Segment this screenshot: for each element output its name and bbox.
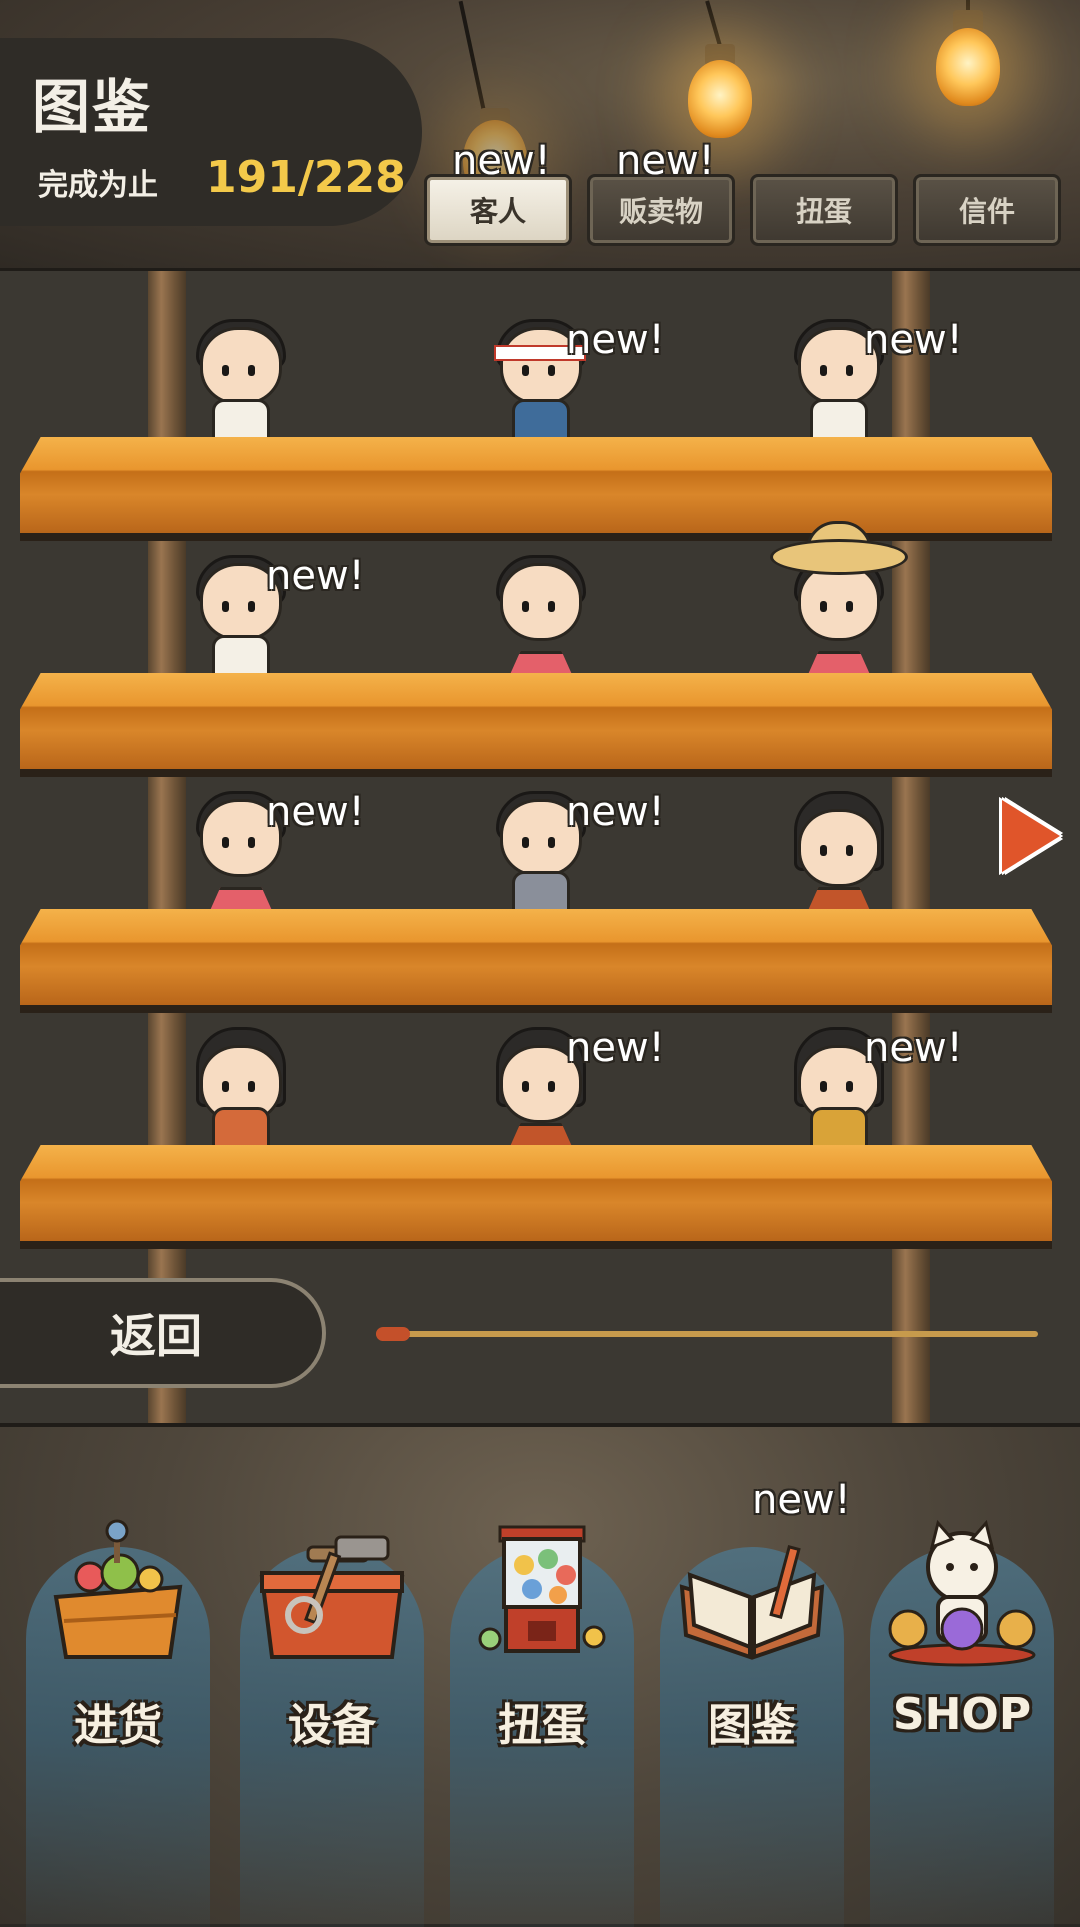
shelf-edge <box>20 1241 1052 1249</box>
new-badge: new! <box>566 1025 665 1071</box>
tab-label: 信件 <box>958 195 1015 228</box>
tab-gacha[interactable]: 扭蛋 <box>750 174 898 246</box>
nav-gacha[interactable]: 扭蛋 <box>442 1477 642 1927</box>
lamp-cord <box>705 0 723 50</box>
new-badge: new! <box>266 553 365 599</box>
eye <box>820 601 827 612</box>
eye <box>846 601 853 612</box>
shelf-board <box>20 437 1052 533</box>
nav-label: 进货 <box>74 1700 162 1751</box>
new-badge: new! <box>566 317 665 363</box>
stock-basket-icon <box>53 1519 183 1659</box>
eye <box>548 1081 555 1092</box>
shelf-edge <box>20 769 1052 777</box>
eye <box>846 845 853 856</box>
completion-label: 完成为止 <box>38 168 158 203</box>
nav-label: 扭蛋 <box>498 1700 586 1751</box>
eye <box>522 365 529 376</box>
shelf-edge <box>20 1005 1052 1013</box>
new-badge: new! <box>616 138 715 184</box>
gacha-machine-icon <box>478 1525 606 1653</box>
page-scrollbar-thumb[interactable] <box>376 1327 410 1341</box>
tab-label: 客人 <box>469 195 526 228</box>
header: 图鉴 完成为止 191/228 客人 new! 贩卖物 new! 扭蛋 信件 <box>0 0 1080 268</box>
eye <box>548 601 555 612</box>
new-badge: new! <box>752 1477 851 1523</box>
tab-merchandise[interactable]: 贩卖物 <box>587 174 735 246</box>
new-badge: new! <box>566 789 665 835</box>
open-book-icon <box>679 1545 825 1660</box>
nav-equipment[interactable]: 设备 <box>232 1477 432 1927</box>
eye <box>248 1081 255 1092</box>
light-bulb-icon <box>936 28 1000 106</box>
shelf-edge <box>20 533 1052 541</box>
eye <box>248 837 255 848</box>
new-badge: new! <box>266 789 365 835</box>
tab-label: 贩卖物 <box>618 195 703 228</box>
eye <box>548 837 555 848</box>
tab-customers[interactable]: 客人 <box>424 174 572 246</box>
eye <box>548 365 555 376</box>
next-page-arrow-icon[interactable] <box>1002 800 1060 872</box>
page-scrollbar[interactable] <box>376 1331 1038 1337</box>
collection-shelves: new! new! new! new! new! new! new! <box>0 268 1080 1426</box>
nav-shop[interactable]: SHOP <box>862 1477 1062 1927</box>
title-panel: 图鉴 完成为止 191/228 <box>0 38 422 226</box>
head <box>500 563 582 641</box>
eye <box>248 601 255 612</box>
nav-label: 图鉴 <box>708 1700 796 1751</box>
nav-stock[interactable]: 进货 <box>18 1477 218 1927</box>
eye <box>248 365 255 376</box>
straw-hat-brim <box>770 539 908 575</box>
shelf-board <box>20 673 1052 769</box>
eye <box>820 1081 827 1092</box>
eye <box>222 601 229 612</box>
light-bulb-icon <box>688 60 752 138</box>
back-button-label: 返回 <box>110 1309 202 1363</box>
tab-label: 扭蛋 <box>795 195 852 228</box>
nav-encyclopedia[interactable]: 图鉴 new! <box>652 1477 852 1927</box>
new-badge: new! <box>452 138 551 184</box>
new-badge: new! <box>864 317 963 363</box>
lamp-cord <box>458 0 486 110</box>
tab-letters[interactable]: 信件 <box>913 174 1061 246</box>
nav-label: SHOP <box>892 1689 1032 1740</box>
eye <box>846 1081 853 1092</box>
back-button[interactable]: 返回 <box>0 1278 326 1388</box>
eye <box>846 365 853 376</box>
completion-count: 191/228 <box>206 152 406 203</box>
head <box>798 809 880 887</box>
eye <box>522 601 529 612</box>
page-title: 图鉴 <box>32 73 153 141</box>
bottom-navigation: 进货 设备 扭蛋 图鉴 new! SHOP <box>0 1423 1080 1927</box>
new-badge: new! <box>864 1025 963 1071</box>
shelf-board <box>20 1145 1052 1241</box>
eye <box>222 365 229 376</box>
shelf-board <box>20 909 1052 1005</box>
nav-label: 设备 <box>288 1700 376 1751</box>
eye <box>820 365 827 376</box>
eye <box>222 837 229 848</box>
eye <box>522 837 529 848</box>
toolbox-icon <box>259 1535 405 1659</box>
eye <box>522 1081 529 1092</box>
head <box>200 327 282 405</box>
eye <box>222 1081 229 1092</box>
lucky-cat-icon <box>888 1519 1036 1667</box>
eye <box>820 845 827 856</box>
